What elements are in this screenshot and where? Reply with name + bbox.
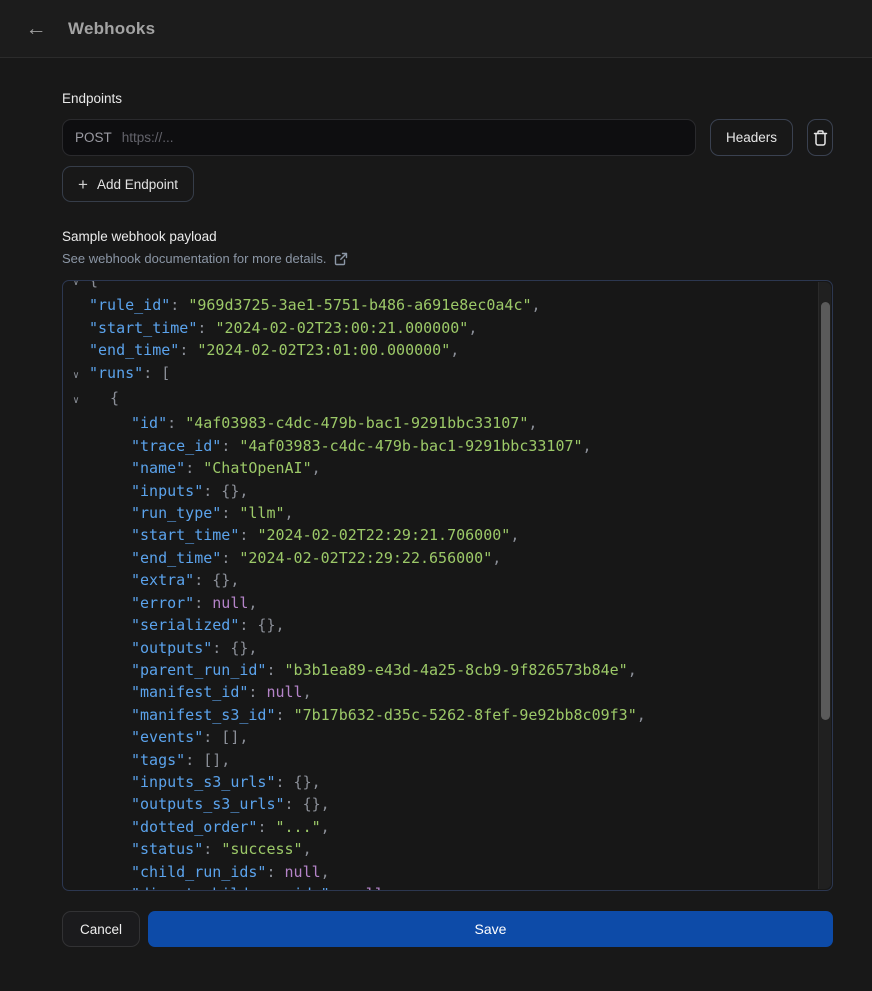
code-line[interactable]: "outputs_s3_urls": {}, xyxy=(63,793,816,815)
code-line[interactable]: ∨{ xyxy=(63,387,816,412)
code-line[interactable]: "inputs_s3_urls": {}, xyxy=(63,771,816,793)
delete-endpoint-button[interactable] xyxy=(807,119,833,156)
code-line[interactable]: "inputs": {}, xyxy=(63,480,816,502)
code-line[interactable]: ∨{ xyxy=(63,280,816,294)
code-text: "name": "ChatOpenAI", xyxy=(89,457,321,479)
code-text: "start_time": "2024-02-02T22:29:21.70600… xyxy=(89,524,519,546)
code-line[interactable]: "end_time": "2024-02-02T23:01:00.000000"… xyxy=(63,339,816,361)
code-line[interactable]: "status": "success", xyxy=(63,838,816,860)
code-text: { xyxy=(89,387,119,409)
code-text: "outputs": {}, xyxy=(89,637,257,659)
code-line[interactable]: "id": "4af03983-c4dc-479b-bac1-9291bbc33… xyxy=(63,412,816,434)
code-line[interactable]: "manifest_s3_id": "7b17b632-d35c-5262-8f… xyxy=(63,704,816,726)
fold-chevron-icon[interactable]: ∨ xyxy=(63,390,89,412)
code-line[interactable]: "dotted_order": "...", xyxy=(63,816,816,838)
code-line[interactable]: ∨"runs": [ xyxy=(63,362,816,387)
code-line[interactable]: "error": null, xyxy=(63,592,816,614)
add-endpoint-label: Add Endpoint xyxy=(97,177,178,192)
code-text: "inputs": {}, xyxy=(89,480,248,502)
code-text: "direct_child_run_ids": null xyxy=(89,883,384,891)
code-line[interactable]: "outputs": {}, xyxy=(63,637,816,659)
webhook-docs-link[interactable]: See webhook documentation for more detai… xyxy=(62,251,348,266)
code-text: "rule_id": "969d3725-3ae1-5751-b486-a691… xyxy=(89,294,541,316)
code-line[interactable]: "name": "ChatOpenAI", xyxy=(63,457,816,479)
code-line[interactable]: "serialized": {}, xyxy=(63,614,816,636)
endpoint-url-field[interactable]: POST xyxy=(62,119,696,156)
code-line[interactable]: "manifest_id": null, xyxy=(63,681,816,703)
code-text: { xyxy=(89,280,98,291)
code-text: "serialized": {}, xyxy=(89,614,285,636)
code-text: "extra": {}, xyxy=(89,569,239,591)
code-lines: ∨{"rule_id": "969d3725-3ae1-5751-b486-a6… xyxy=(63,280,832,891)
code-text: "manifest_id": null, xyxy=(89,681,312,703)
external-link-icon xyxy=(334,252,348,266)
fold-chevron-icon[interactable]: ∨ xyxy=(63,280,89,294)
code-line[interactable]: "start_time": "2024-02-02T22:29:21.70600… xyxy=(63,524,816,546)
code-line[interactable]: "start_time": "2024-02-02T23:00:21.00000… xyxy=(63,317,816,339)
code-line[interactable]: "tags": [], xyxy=(63,749,816,771)
code-line[interactable]: "direct_child_run_ids": null xyxy=(63,883,816,891)
code-text: "start_time": "2024-02-02T23:00:21.00000… xyxy=(89,317,477,339)
code-line[interactable]: "end_time": "2024-02-02T22:29:22.656000"… xyxy=(63,547,816,569)
code-text: "status": "success", xyxy=(89,838,312,860)
fold-chevron-icon[interactable]: ∨ xyxy=(63,365,89,387)
trash-icon xyxy=(812,129,829,147)
header: ← Webhooks xyxy=(0,0,872,58)
headers-button[interactable]: Headers xyxy=(710,119,793,156)
code-text: "run_type": "llm", xyxy=(89,502,294,524)
code-text: "trace_id": "4af03983-c4dc-479b-bac1-929… xyxy=(89,435,592,457)
code-text: "parent_run_id": "b3b1ea89-e43d-4a25-8cb… xyxy=(89,659,637,681)
code-line[interactable]: "child_run_ids": null, xyxy=(63,861,816,883)
payload-title: Sample webhook payload xyxy=(62,229,833,244)
editor-scrollbar-track[interactable] xyxy=(818,282,831,889)
code-line[interactable]: "run_type": "llm", xyxy=(63,502,816,524)
footer-actions: Cancel Save xyxy=(62,911,833,947)
code-line[interactable]: "parent_run_id": "b3b1ea89-e43d-4a25-8cb… xyxy=(63,659,816,681)
endpoint-url-input[interactable] xyxy=(122,130,683,145)
code-text: "tags": [], xyxy=(89,749,230,771)
code-line[interactable]: "trace_id": "4af03983-c4dc-479b-bac1-929… xyxy=(63,435,816,457)
code-text: "child_run_ids": null, xyxy=(89,861,330,883)
code-text: "inputs_s3_urls": {}, xyxy=(89,771,321,793)
save-button[interactable]: Save xyxy=(148,911,833,947)
code-text: "id": "4af03983-c4dc-479b-bac1-9291bbc33… xyxy=(89,412,537,434)
code-line[interactable]: "events": [], xyxy=(63,726,816,748)
code-text: "manifest_s3_id": "7b17b632-d35c-5262-8f… xyxy=(89,704,646,726)
add-endpoint-button[interactable]: + Add Endpoint xyxy=(62,166,194,202)
code-text: "events": [], xyxy=(89,726,248,748)
code-text: "runs": [ xyxy=(89,362,170,384)
page-title: Webhooks xyxy=(68,19,155,39)
plus-icon: + xyxy=(78,176,88,193)
code-line[interactable]: "rule_id": "969d3725-3ae1-5751-b486-a691… xyxy=(63,294,816,316)
code-text: "end_time": "2024-02-02T23:01:00.000000"… xyxy=(89,339,459,361)
cancel-button[interactable]: Cancel xyxy=(62,911,140,947)
code-line[interactable]: "extra": {}, xyxy=(63,569,816,591)
back-button[interactable]: ← xyxy=(22,15,50,43)
http-method-label: POST xyxy=(75,130,112,145)
main-content: Endpoints POST Headers + Add Endpoint Sa… xyxy=(0,91,872,947)
code-text: "dotted_order": "...", xyxy=(89,816,330,838)
editor-scrollbar-thumb[interactable] xyxy=(821,302,830,720)
code-text: "error": null, xyxy=(89,592,257,614)
endpoint-row: POST Headers xyxy=(62,119,833,156)
payload-code-editor[interactable]: ∨{"rule_id": "969d3725-3ae1-5751-b486-a6… xyxy=(62,280,833,891)
arrow-left-icon: ← xyxy=(26,17,47,41)
code-text: "end_time": "2024-02-02T22:29:22.656000"… xyxy=(89,547,501,569)
endpoints-label: Endpoints xyxy=(62,91,833,106)
webhook-docs-link-label: See webhook documentation for more detai… xyxy=(62,251,327,266)
code-text: "outputs_s3_urls": {}, xyxy=(89,793,330,815)
